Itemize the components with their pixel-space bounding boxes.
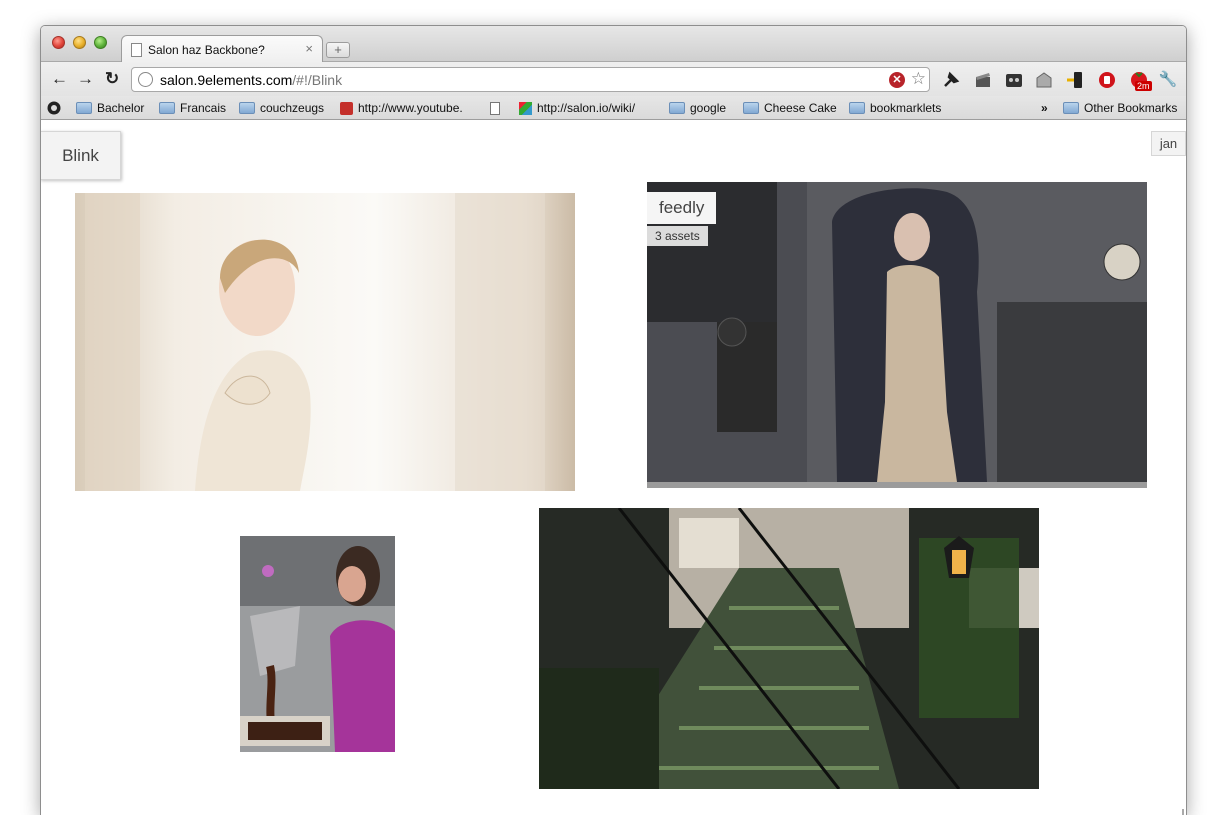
page-icon bbox=[490, 101, 500, 115]
bookmark-youtube[interactable]: http://www.youtube. bbox=[340, 100, 463, 116]
camera-icon[interactable] bbox=[1004, 70, 1024, 90]
new-tab-button[interactable]: + bbox=[326, 42, 350, 58]
bookmark-label: Francais bbox=[180, 101, 227, 115]
zoom-window-button[interactable] bbox=[94, 36, 107, 49]
tab-close-button[interactable]: × bbox=[305, 41, 313, 56]
other-bookmarks[interactable]: Other Bookmarks bbox=[1063, 100, 1177, 116]
github-icon[interactable] bbox=[47, 101, 61, 115]
folder-icon bbox=[239, 102, 255, 114]
bookmark-cheese-cake[interactable]: Cheese Cake bbox=[743, 100, 837, 116]
bookmark-label: Other Bookmarks bbox=[1084, 101, 1178, 115]
back-button[interactable]: ← bbox=[51, 69, 68, 89]
folder-icon bbox=[743, 102, 759, 114]
tab-title: Salon haz Backbone? bbox=[148, 43, 265, 57]
stop-hand-icon[interactable] bbox=[1097, 70, 1117, 90]
blocked-icon[interactable]: ✕ bbox=[889, 72, 905, 88]
collection-tab[interactable]: Blink bbox=[41, 131, 121, 180]
folder-icon bbox=[1063, 102, 1079, 114]
close-window-button[interactable] bbox=[52, 36, 65, 49]
bookmarks-bar: Bachelor Francais couchzeugs http://www.… bbox=[41, 96, 1186, 120]
asset-photo-chocolate[interactable] bbox=[240, 536, 395, 752]
browser-toolbar: ← → ↻ salon.9elements.com/#!/Blink ✕ ☆ 2… bbox=[41, 62, 1186, 96]
clapper-icon[interactable] bbox=[973, 70, 993, 90]
page-icon bbox=[131, 43, 142, 57]
resize-grip[interactable] bbox=[1174, 809, 1184, 815]
bookmark-label: couchzeugs bbox=[260, 101, 325, 115]
forward-button[interactable]: → bbox=[77, 69, 94, 89]
photo-woman-bow bbox=[75, 193, 575, 491]
asset-photo-woman-bow[interactable] bbox=[75, 193, 575, 491]
bookmark-label: http://www.youtube. bbox=[358, 101, 463, 115]
reload-button[interactable]: ↻ bbox=[105, 69, 119, 89]
youtube-icon bbox=[340, 101, 353, 115]
url-text[interactable]: salon.9elements.com/#!/Blink bbox=[160, 72, 342, 88]
user-tab[interactable]: jan bbox=[1151, 131, 1186, 156]
photo-woman-pouring-chocolate bbox=[240, 536, 395, 752]
bookmarks-overflow-button[interactable]: » bbox=[1041, 100, 1048, 116]
page-content: Blink jan feedly 3 assets bbox=[41, 121, 1186, 815]
folder-icon bbox=[76, 102, 92, 114]
photo-garden-stairs bbox=[539, 508, 1039, 789]
browser-tab-active[interactable]: Salon haz Backbone? × bbox=[121, 35, 323, 63]
bookmark-label: http://salon.io/wiki/ bbox=[537, 101, 636, 115]
bookmark-bookmarklets[interactable]: bookmarklets bbox=[849, 100, 941, 116]
assets-count-label: 3 assets bbox=[647, 226, 708, 246]
folder-icon bbox=[159, 102, 175, 114]
tag-icon[interactable] bbox=[1034, 70, 1054, 90]
bookmark-label: Bachelor bbox=[97, 101, 145, 115]
folder-icon bbox=[669, 102, 685, 114]
photo-woman-armchair bbox=[647, 182, 1147, 482]
bookmark-page[interactable] bbox=[490, 100, 500, 116]
mobile-send-icon[interactable] bbox=[1065, 70, 1085, 90]
bookmark-bachelor[interactable]: Bachelor bbox=[76, 100, 144, 116]
bookmark-label: google bbox=[690, 101, 727, 115]
globe-icon bbox=[138, 72, 153, 87]
tab-strip: Salon haz Backbone? × + bbox=[41, 26, 1186, 63]
bookmark-google[interactable]: google bbox=[669, 100, 726, 116]
folder-icon bbox=[849, 102, 865, 114]
asset-photo-stairs[interactable] bbox=[539, 508, 1039, 789]
tomato-timer-icon[interactable]: 2m bbox=[1127, 70, 1153, 91]
bookmark-couchzeugs[interactable]: couchzeugs bbox=[239, 100, 324, 116]
salon-icon bbox=[519, 101, 532, 115]
url-path: /#!/Blink bbox=[292, 72, 343, 88]
timer-badge: 2m bbox=[1135, 81, 1152, 91]
browser-window: Salon haz Backbone? × + ← → ↻ salon.9ele… bbox=[40, 25, 1187, 815]
bookmark-star-icon[interactable]: ☆ bbox=[911, 69, 926, 89]
bookmark-label: Cheese Cake bbox=[764, 101, 837, 115]
asset-feedly[interactable]: feedly 3 assets bbox=[647, 182, 1147, 488]
bookmark-label: bookmarklets bbox=[870, 101, 942, 115]
feedly-label[interactable]: feedly bbox=[647, 192, 717, 224]
url-host: salon.9elements.com bbox=[160, 72, 293, 88]
pin-icon[interactable] bbox=[941, 70, 961, 90]
address-bar[interactable]: salon.9elements.com/#!/Blink ✕ ☆ bbox=[131, 67, 930, 92]
bookmark-francais[interactable]: Francais bbox=[159, 100, 226, 116]
minimize-window-button[interactable] bbox=[73, 36, 86, 49]
wrench-icon[interactable]: 🔧 bbox=[1158, 70, 1178, 90]
bookmark-salon-wiki[interactable]: http://salon.io/wiki/ bbox=[519, 100, 635, 116]
